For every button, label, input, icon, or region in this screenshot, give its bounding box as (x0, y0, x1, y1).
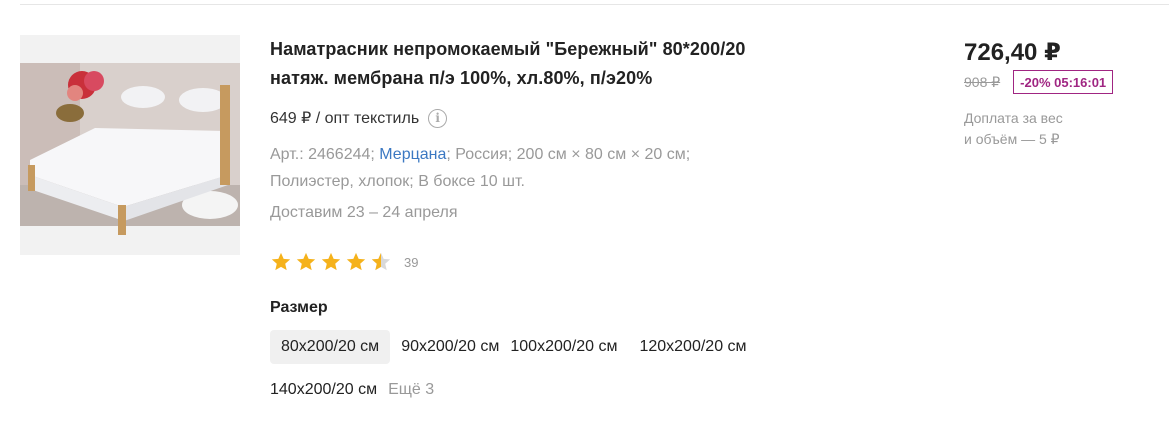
size-option-120x200[interactable]: 120x200/20 см (628, 330, 757, 364)
wholesale-price: 649 ₽ / опт текстиль i (270, 107, 910, 129)
size-option-90x200[interactable]: 90x200/20 см (390, 330, 510, 364)
size-label: Размер (270, 299, 328, 316)
old-price: 908 ₽ (964, 73, 1001, 90)
product-title-line2[interactable]: натяж. мембрана п/э 100%, хл.80%, п/э20% (270, 64, 910, 93)
size-option-140x200[interactable]: 140x200/20 см (270, 373, 388, 407)
info-icon[interactable]: i (428, 108, 448, 128)
product-title[interactable]: Наматрасник непромокаемый "Бережный" 80*… (270, 35, 910, 93)
star-icon (296, 252, 316, 271)
product-info: Наматрасник непромокаемый "Бережный" 80*… (270, 35, 910, 407)
more-sizes-link[interactable]: Ещё 3 (388, 373, 445, 407)
star-icon (271, 252, 291, 271)
bed-photo-icon (20, 35, 240, 255)
discount-timer-badge: -20% 05:16:01 (1013, 70, 1114, 94)
brand-link[interactable]: Мерцана (379, 146, 446, 163)
half-star-icon (371, 252, 391, 271)
current-price: 726,40 ₽ (964, 39, 1061, 66)
product-title-line1[interactable]: Наматрасник непромокаемый "Бережный" 80*… (270, 35, 910, 64)
specs-origin-dimensions: ; Россия; 200 см × 80 см × 20 см; (446, 146, 691, 163)
product-specs: Арт.: 2466244; Мерцана; Россия; 200 см ×… (270, 141, 910, 195)
article-number: Арт.: 2466244; (270, 146, 380, 163)
review-count[interactable]: 39 (404, 255, 418, 270)
delivery-info: Доставим 23 – 24 апреля (270, 204, 458, 221)
surcharge-line2: и объём — 5 ₽ (964, 131, 1060, 147)
size-options: 80x200/20 см 90x200/20 см 100x200/20 см … (270, 330, 830, 407)
old-price-row: 908 ₽ -20% 05:16:01 (964, 70, 1164, 94)
top-divider (20, 4, 1169, 5)
surcharge-note: Доплата за вес и объём — 5 ₽ (964, 108, 1114, 150)
rating[interactable]: 39 (270, 251, 910, 273)
star-icon (321, 252, 341, 271)
wholesale-price-text: 649 ₽ / опт текстиль (270, 110, 420, 127)
size-option-80x200[interactable]: 80x200/20 см (270, 330, 391, 364)
surcharge-line1: Доплата за вес (964, 110, 1063, 126)
specs-material-pack: Полиэстер, хлопок; В боксе 10 шт. (270, 173, 525, 190)
size-option-100x200[interactable]: 100x200/20 см (510, 330, 628, 364)
product-image[interactable] (20, 35, 240, 255)
star-icon (346, 252, 366, 271)
price-block: 726,40 ₽ 908 ₽ -20% 05:16:01 Доплата за … (964, 38, 1164, 150)
